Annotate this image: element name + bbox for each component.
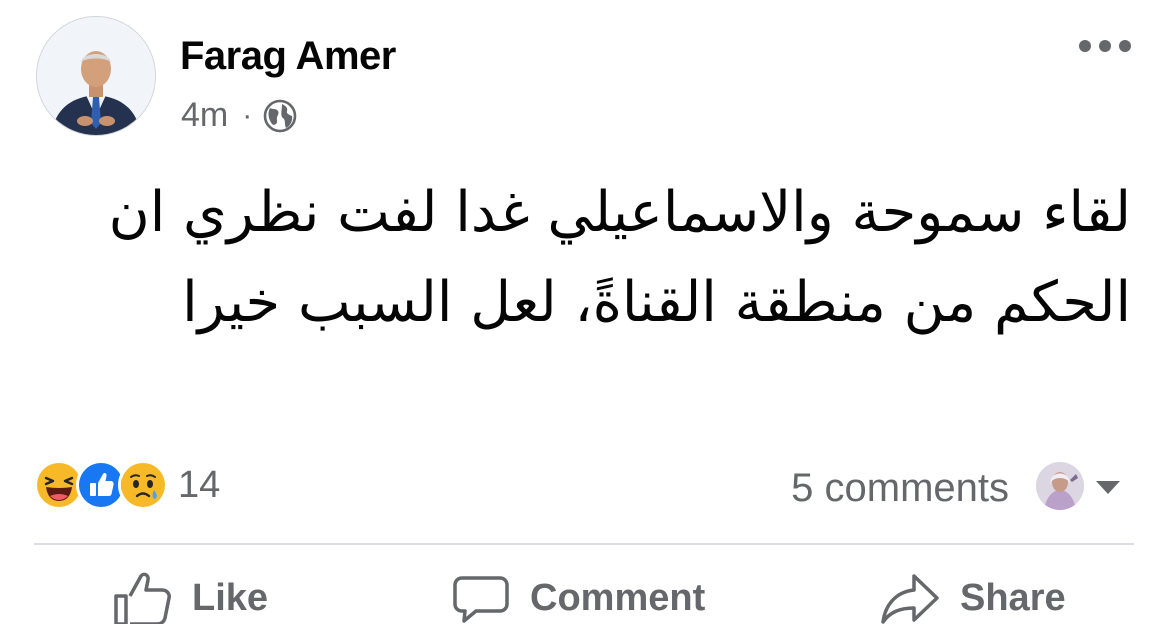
chevron-down-icon[interactable]: [1096, 481, 1120, 494]
post-meta: 4m ·: [181, 96, 298, 135]
author-avatar[interactable]: [36, 16, 156, 136]
sad-reaction-icon: [118, 460, 168, 510]
meta-separator: ·: [242, 98, 253, 132]
feed-post: Farag Amer 4m · لقاء سموحة والاسماعيلي غ…: [0, 0, 1169, 624]
comments-count-link[interactable]: 5 comments: [791, 466, 1009, 511]
post-text: لقاء سموحة والاسماعيلي غدا لفت نظري ان ا…: [108, 180, 1131, 335]
share-button[interactable]: Share: [880, 572, 1066, 624]
divider: [34, 543, 1134, 545]
author-name[interactable]: Farag Amer: [180, 34, 396, 79]
like-button[interactable]: Like: [112, 572, 268, 624]
post-time[interactable]: 4m: [181, 96, 228, 135]
comment-button[interactable]: Comment: [452, 572, 705, 624]
commenter-avatar[interactable]: [1036, 462, 1084, 510]
share-icon: [881, 574, 939, 624]
author-photo: [37, 17, 155, 135]
share-label: Share: [960, 576, 1066, 619]
reaction-count: 14: [178, 463, 221, 506]
like-icon: [114, 572, 171, 624]
comment-label: Comment: [530, 576, 706, 619]
reactions-summary[interactable]: 14: [34, 460, 220, 510]
like-label: Like: [192, 576, 269, 619]
comment-icon: [453, 576, 509, 623]
more-options-icon[interactable]: [1079, 36, 1131, 56]
globe-icon: [263, 99, 297, 132]
